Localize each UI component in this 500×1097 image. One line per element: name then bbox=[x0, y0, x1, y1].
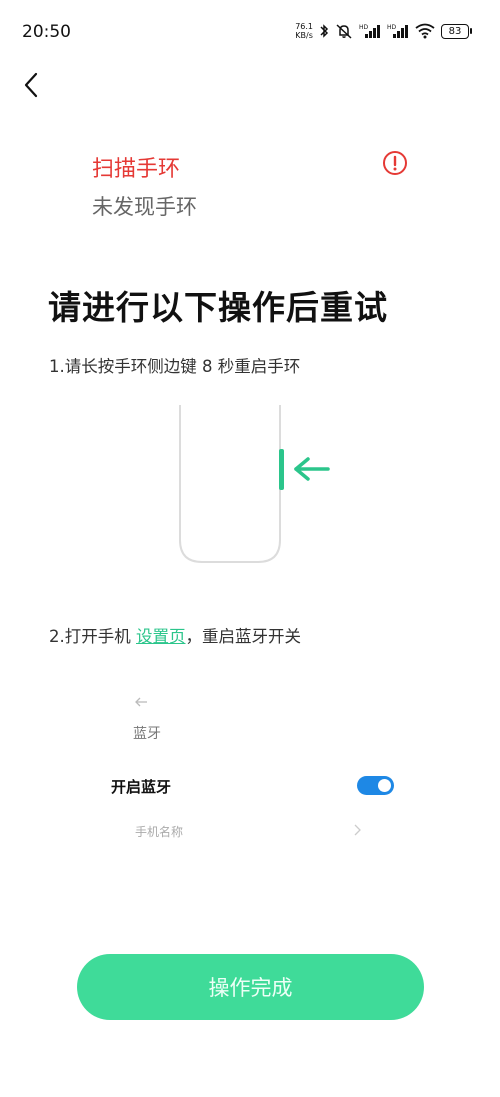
step-1-text: 1.请长按手环侧边键 8 秒重启手环 bbox=[49, 357, 301, 376]
svg-text:HD: HD bbox=[387, 24, 397, 31]
signal-icon-1: HD bbox=[359, 23, 381, 39]
step-2-prefix: 2.打开手机 bbox=[49, 627, 136, 646]
mute-bell-icon bbox=[335, 23, 353, 39]
status-time: 20:50 bbox=[22, 22, 71, 42]
error-icon bbox=[382, 150, 408, 180]
preview-phone-name-label: 手机名称 bbox=[135, 825, 184, 839]
preview-bluetooth-title: 蓝牙 bbox=[133, 726, 161, 742]
status-bar: 20:50 76.1 KB/s HD HD 83 bbox=[0, 0, 500, 64]
done-button[interactable]: 操作完成 bbox=[77, 954, 424, 1020]
net-speed-value: 76.1 bbox=[295, 22, 313, 31]
signal-icon-2: HD bbox=[387, 23, 409, 39]
bluetooth-icon bbox=[319, 23, 329, 39]
preview-bluetooth-label: 开启蓝牙 bbox=[111, 778, 172, 796]
scan-subtitle: 未发现手环 bbox=[92, 195, 197, 219]
preview-back-arrow-icon bbox=[134, 694, 148, 713]
back-button[interactable] bbox=[16, 70, 46, 100]
net-speed-unit: KB/s bbox=[295, 31, 313, 40]
svg-text:HD: HD bbox=[359, 24, 369, 31]
band-reconnect-page: 20:50 76.1 KB/s HD HD 83 扫描手环 未发现手环 请进行以… bbox=[0, 0, 500, 1097]
net-speed: 76.1 KB/s bbox=[295, 22, 313, 40]
page-heading: 请进行以下操作后重试 bbox=[48, 288, 388, 327]
status-icons: 76.1 KB/s HD HD 83 bbox=[295, 22, 472, 40]
preview-chevron-right-icon bbox=[352, 822, 362, 841]
wifi-icon bbox=[415, 23, 435, 39]
band-side-button-illustration bbox=[170, 400, 340, 574]
settings-page-link[interactable]: 设置页 bbox=[136, 627, 186, 646]
step-2-text: 2.打开手机 设置页，重启蓝牙开关 bbox=[49, 623, 301, 647]
battery-level: 83 bbox=[441, 23, 469, 39]
battery-icon: 83 bbox=[441, 23, 472, 39]
chevron-left-icon bbox=[24, 72, 38, 98]
step-2-suffix: ，重启蓝牙开关 bbox=[185, 627, 302, 646]
scan-title: 扫描手环 bbox=[92, 157, 181, 182]
preview-bluetooth-toggle bbox=[357, 776, 394, 795]
